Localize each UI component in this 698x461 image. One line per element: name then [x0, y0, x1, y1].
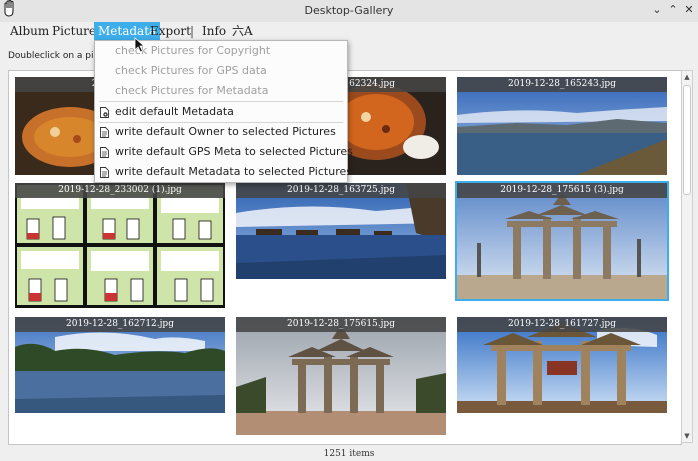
menu-item-label: edit default Metadata — [115, 105, 234, 118]
menu-item-check-copyright[interactable]: check Pictures for Copyright — [95, 41, 347, 61]
mouse-cursor-icon — [134, 37, 146, 53]
minimize-icon[interactable]: ⌄ — [650, 3, 664, 17]
thumbnail-tile[interactable]: 2019-12-28_233002 (1).jpg — [15, 183, 225, 308]
document-icon — [100, 167, 109, 178]
menu-separator: | — [190, 24, 195, 38]
menu-language[interactable]: 六A — [228, 22, 257, 40]
thumbnail-tile[interactable]: 2019-12-28_162712.jpg — [15, 317, 225, 413]
title-bar: Desktop-Gallery ⌄ ⌃ ✕ — [0, 0, 698, 23]
menu-item-label: check Pictures for Metadata — [115, 84, 269, 97]
menu-item-check-metadata[interactable]: check Pictures for Metadata — [95, 81, 347, 101]
close-icon[interactable]: ✕ — [682, 3, 696, 17]
menu-item-label: write default Owner to selected Pictures — [115, 125, 336, 138]
thumbnail-caption: 2019-12-28_163725.jpg — [236, 183, 446, 198]
menu-album[interactable]: Album — [6, 22, 53, 40]
menu-item-write-owner[interactable]: write default Owner to selected Pictures — [95, 122, 347, 142]
thumbnail-tile-selected[interactable]: 2019-12-28_175615 (3).jpg — [455, 181, 669, 301]
thumbnail-tile[interactable]: 2019-12-28_175615.jpg — [236, 317, 446, 435]
menu-info[interactable]: Info — [198, 22, 230, 40]
document-icon — [100, 127, 109, 138]
thumbnail-caption: 2019-12-28_175615 (3).jpg — [457, 183, 667, 198]
menu-item-label: check Pictures for GPS data — [115, 64, 267, 77]
window-title: Desktop-Gallery — [304, 4, 394, 17]
menu-item-edit-default-metadata[interactable]: edit default Metadata — [95, 102, 347, 122]
thumbnail-caption: 2019-12-28_161727.jpg — [457, 317, 667, 332]
document-icon — [100, 147, 109, 158]
menu-item-label: write default Metadata to selected Pictu… — [115, 165, 352, 178]
status-bar: 1251 items — [323, 449, 375, 459]
thumbnail-caption: 2019-12-28_162712.jpg — [15, 317, 225, 332]
menu-item-write-gps[interactable]: write default GPS Meta to selected Pictu… — [95, 142, 353, 162]
scroll-down-icon[interactable]: ▼ — [682, 431, 692, 441]
thumbnail-caption: 2019-12-28_175615.jpg — [236, 317, 446, 332]
scroll-up-icon[interactable]: ▲ — [682, 72, 692, 82]
thumbnail-tile[interactable]: 2019-12-28_161727.jpg — [457, 317, 667, 413]
metadata-menu: check Pictures for Copyright check Pictu… — [94, 40, 353, 183]
arch-photo — [457, 183, 667, 299]
menu-export[interactable]: Export — [146, 22, 195, 40]
gallery-scrollbar[interactable]: ▲ ▼ — [681, 70, 693, 443]
menu-bar: Album Pictures Metadata Export | Info 六A — [0, 22, 698, 40]
comic-strip — [15, 183, 225, 308]
menu-item-label: write default GPS Meta to selected Pictu… — [115, 145, 353, 158]
thumbnail-tile[interactable]: 2019-12-28_163725.jpg — [236, 183, 446, 279]
menu-item-check-gps[interactable]: check Pictures for GPS data — [95, 61, 347, 81]
scrollbar-thumb[interactable] — [683, 85, 691, 195]
arch-photo — [236, 317, 446, 435]
settings-file-icon — [100, 107, 109, 118]
maximize-icon[interactable]: ⌃ — [666, 3, 680, 17]
thumbnail-caption: 2019-12-28_233002 (1).jpg — [15, 183, 225, 198]
thumbnail-tile[interactable]: 2019-12-28_165243.jpg — [457, 77, 667, 175]
menu-item-write-metadata[interactable]: write default Metadata to selected Pictu… — [95, 162, 352, 182]
thumbnail-caption: 2019-12-28_165243.jpg — [457, 77, 667, 92]
